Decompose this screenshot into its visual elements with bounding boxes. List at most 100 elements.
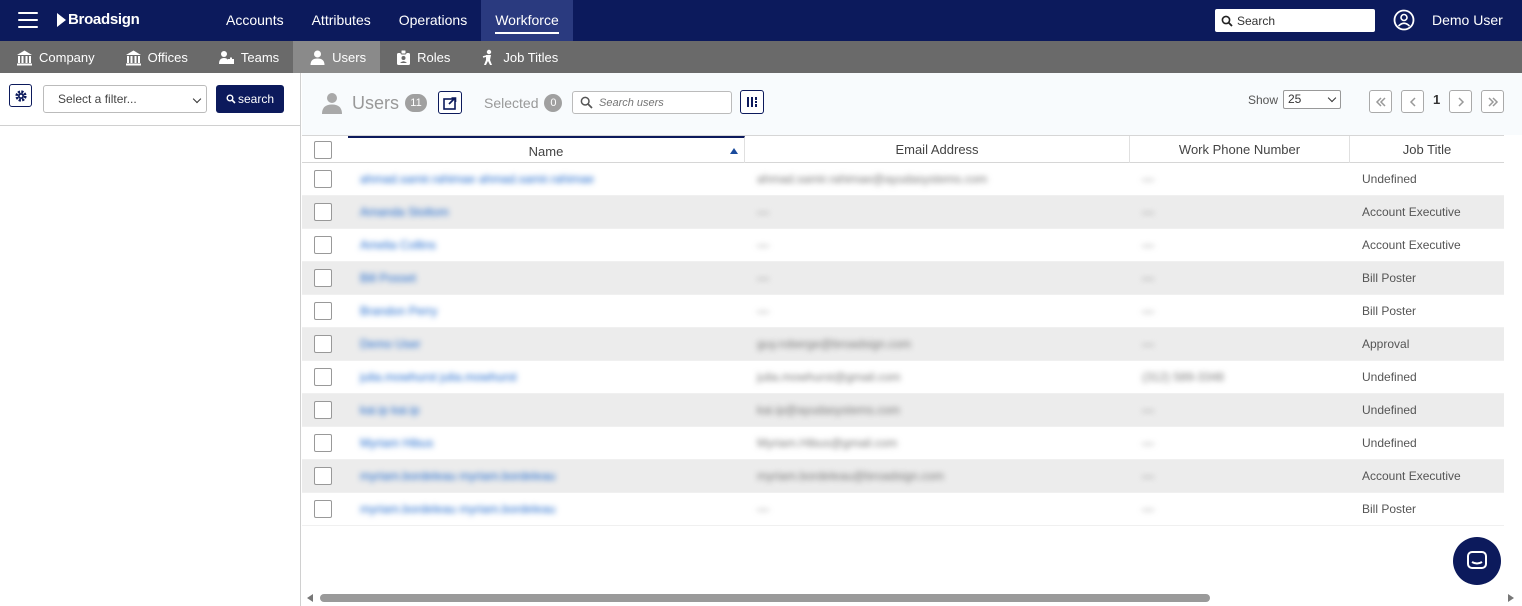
filter-search-button[interactable]: search — [216, 85, 284, 113]
subnav-users[interactable]: Users — [293, 41, 381, 73]
next-page-button[interactable] — [1449, 90, 1472, 113]
subnav-company[interactable]: Company — [0, 41, 109, 73]
show-label: Show — [1248, 93, 1279, 107]
chevron-down-icon — [192, 94, 202, 104]
chat-support-button[interactable] — [1453, 537, 1501, 585]
row-checkbox[interactable] — [314, 302, 332, 320]
user-avatar-icon[interactable] — [1393, 9, 1415, 31]
user-email: myriam.bordeleau@broadsign.com — [757, 469, 944, 483]
user-name-link[interactable]: julia.mowhurst julia.mowhurst — [360, 361, 740, 394]
nav-operations[interactable]: Operations — [385, 0, 481, 41]
user-email: — — [757, 502, 769, 516]
select-all-checkbox[interactable] — [314, 141, 332, 159]
user-name-link[interactable]: Brandon Perry — [360, 295, 740, 328]
subnav-teams[interactable]: Teams — [202, 41, 293, 73]
scroll-right-arrow-icon[interactable] — [1508, 594, 1514, 602]
subnav-job-titles[interactable]: Job Titles — [464, 41, 572, 73]
filter-select[interactable]: Select a filter... — [43, 85, 207, 113]
row-checkbox[interactable] — [314, 500, 332, 518]
user-name-link[interactable]: Demo User — [360, 328, 740, 361]
column-header-name[interactable]: Name — [348, 136, 745, 163]
last-page-button[interactable] — [1481, 90, 1504, 113]
selected-count-badge: 0 — [544, 94, 563, 112]
user-name-link[interactable]: ahmad.samir.rahimae ahmad.samir.rahimae — [360, 163, 740, 196]
logo-mark-icon — [57, 12, 66, 27]
horizontal-scrollbar[interactable] — [302, 592, 1522, 604]
row-checkbox[interactable] — [314, 170, 332, 188]
user-name-link[interactable]: Amelia Collins — [360, 229, 740, 262]
filter-settings-button[interactable] — [9, 84, 32, 107]
user-phone: — — [1142, 172, 1154, 186]
row-checkbox[interactable] — [314, 269, 332, 287]
row-checkbox[interactable] — [314, 335, 332, 353]
table-row[interactable]: Amelia Collins — — Account Executive — [302, 229, 1504, 262]
column-chooser-button[interactable] — [740, 90, 764, 114]
page-size-select[interactable]: 25 — [1283, 90, 1341, 109]
user-name-link[interactable]: Bill Posset — [360, 262, 740, 295]
global-search-input[interactable]: Search — [1215, 9, 1375, 32]
user-phone: — — [1142, 238, 1154, 252]
table-row[interactable]: Amanda Stoltom — — Account Executive — [302, 196, 1504, 229]
row-checkbox[interactable] — [314, 467, 332, 485]
team-icon — [218, 50, 234, 64]
table-row[interactable]: myriam.bordeleau myriam.bordeleau myriam.… — [302, 460, 1504, 493]
hamburger-menu-icon[interactable] — [18, 12, 38, 28]
user-name[interactable]: Demo User — [1432, 12, 1503, 28]
table-row[interactable]: Brandon Perry — — Bill Poster — [302, 295, 1504, 328]
filter-panel: Select a filter... search — [0, 73, 301, 606]
columns-icon — [747, 97, 757, 107]
search-users-input[interactable] — [599, 96, 719, 109]
user-name-link[interactable]: kai.ip kai.ip — [360, 394, 740, 427]
table-header: Name Email Address Work Phone Number Job… — [302, 135, 1504, 163]
users-toolbar: Users 11 Selected 0 Show 25 1 — [302, 73, 1522, 135]
export-button[interactable] — [438, 91, 462, 114]
nav-attributes[interactable]: Attributes — [298, 0, 385, 41]
row-checkbox[interactable] — [314, 203, 332, 221]
subnav-offices[interactable]: Offices — [109, 41, 202, 73]
double-chevron-left-icon — [1375, 96, 1386, 107]
row-checkbox[interactable] — [314, 401, 332, 419]
row-checkbox[interactable] — [314, 368, 332, 386]
user-phone: (312) 589-3348 — [1142, 370, 1225, 384]
search-icon — [1221, 15, 1233, 27]
users-table: Name Email Address Work Phone Number Job… — [302, 135, 1504, 526]
user-email: julia.mowhurst@gmail.com — [757, 370, 901, 384]
table-row[interactable]: myriam.bordeleau myriam.bordeleau — — Bill … — [302, 493, 1504, 526]
nav-accounts[interactable]: Accounts — [212, 0, 298, 41]
top-nav: Accounts Attributes Operations Workforce — [212, 0, 573, 41]
search-users-field[interactable] — [572, 91, 732, 114]
user-phone: — — [1142, 304, 1154, 318]
user-phone: — — [1142, 205, 1154, 219]
user-name-link[interactable]: Amanda Stoltom — [360, 196, 740, 229]
row-checkbox[interactable] — [314, 434, 332, 452]
table-row[interactable]: kai.ip kai.ip kai.ip@ayudasystems.com — Und… — [302, 394, 1504, 427]
nav-workforce[interactable]: Workforce — [481, 0, 573, 41]
scrollbar-thumb[interactable] — [320, 594, 1210, 602]
user-name-link[interactable]: Myriam Hibus — [360, 427, 740, 460]
table-row[interactable]: Bill Posset — — Bill Poster — [302, 262, 1504, 295]
broadsign-logo[interactable]: Broadsign — [57, 11, 140, 28]
column-header-phone[interactable]: Work Phone Number — [1130, 136, 1350, 163]
double-chevron-right-icon — [1487, 96, 1498, 107]
sort-ascending-icon — [730, 148, 738, 154]
user-phone: — — [1142, 271, 1154, 285]
table-row[interactable]: Demo User guy.roberge@broadsign.com — Appro… — [302, 328, 1504, 361]
top-bar: Broadsign Accounts Attributes Operations… — [0, 0, 1522, 41]
subnav-roles[interactable]: Roles — [380, 41, 464, 73]
column-header-job-title[interactable]: Job Title — [1350, 136, 1504, 163]
first-page-button[interactable] — [1369, 90, 1392, 113]
scroll-left-arrow-icon[interactable] — [307, 594, 313, 602]
prev-page-button[interactable] — [1401, 90, 1424, 113]
table-row[interactable]: Myriam Hibus Myriam.Hibus@gmail.com — Undef… — [302, 427, 1504, 460]
scrollbar-track[interactable] — [318, 594, 1506, 602]
chat-icon — [1467, 551, 1487, 569]
building-icon — [17, 50, 32, 65]
table-row[interactable]: julia.mowhurst julia.mowhurst julia.mowhu… — [302, 361, 1504, 394]
row-checkbox[interactable] — [314, 236, 332, 254]
column-header-email[interactable]: Email Address — [745, 136, 1130, 163]
table-row[interactable]: ahmad.samir.rahimae ahmad.samir.rahimae a… — [302, 163, 1504, 196]
user-name-link[interactable]: myriam.bordeleau myriam.bordeleau — [360, 460, 740, 493]
user-email: Myriam.Hibus@gmail.com — [757, 436, 898, 450]
user-job-title: Account Executive — [1362, 238, 1461, 252]
user-name-link[interactable]: myriam.bordeleau myriam.bordeleau — [360, 493, 740, 526]
